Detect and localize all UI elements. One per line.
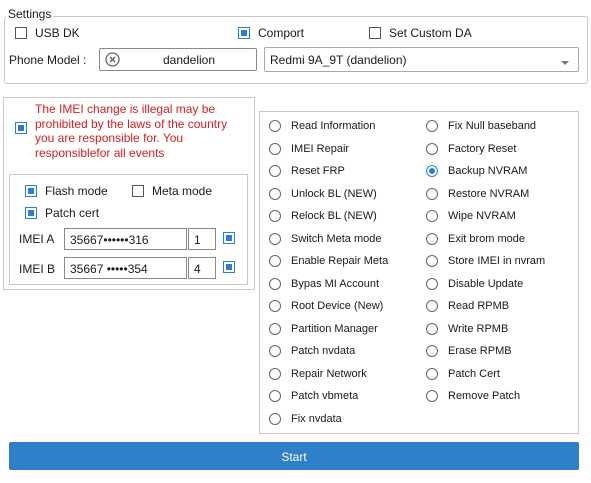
operation-option-radio[interactable]: [426, 255, 438, 267]
settings-title: Settings: [6, 7, 54, 21]
imei-a-value: 35667••••••316: [70, 233, 149, 247]
operation-option-radio[interactable]: [269, 322, 281, 335]
phone-model-select[interactable]: Redmi 9A_9T (dandelion): [264, 47, 579, 72]
operation-option-label[interactable]: Write RPMB: [448, 323, 508, 336]
operation-option-label[interactable]: Reset FRP: [291, 165, 345, 178]
imei-a-slot-input[interactable]: 1: [188, 228, 216, 250]
operation-option-radio[interactable]: [269, 120, 281, 132]
operation-option-label[interactable]: Repair Network: [291, 368, 367, 381]
operation-option-radio[interactable]: [426, 277, 438, 290]
comport-label[interactable]: Comport: [258, 26, 304, 40]
operation-option-label[interactable]: Patch vbmeta: [291, 390, 358, 403]
operation-option-label[interactable]: Wipe NVRAM: [448, 210, 516, 223]
operation-option-radio[interactable]: [426, 165, 438, 177]
operation-option-radio[interactable]: [269, 300, 281, 312]
operation-option-label[interactable]: Factory Reset: [448, 143, 516, 156]
operation-option-radio[interactable]: [269, 345, 281, 357]
operation-option-radio[interactable]: [426, 390, 438, 402]
phone-model-label: Phone Model :: [9, 53, 87, 67]
operation-option-label[interactable]: Erase RPMB: [448, 345, 512, 358]
operation-option-radio[interactable]: [269, 390, 281, 402]
operation-option-radio[interactable]: [426, 367, 438, 380]
operation-option-radio[interactable]: [426, 120, 438, 132]
operation-option-label[interactable]: Patch Cert: [448, 368, 500, 381]
operation-option-radio[interactable]: [426, 322, 438, 335]
patch-cert-label[interactable]: Patch cert: [45, 206, 99, 220]
imei-b-slot-input[interactable]: 4: [188, 257, 216, 279]
phone-model-select-value: Redmi 9A_9T (dandelion): [270, 53, 407, 67]
operation-option-label[interactable]: Bypas MI Account: [291, 278, 379, 291]
warning-line: The IMEI change is illegal may be: [35, 102, 216, 116]
operation-option-label[interactable]: Remove Patch: [448, 390, 520, 403]
start-button[interactable]: Start: [9, 442, 579, 470]
operation-option-label[interactable]: Fix Null baseband: [448, 120, 536, 133]
imei-a-slot-value: 1: [194, 233, 201, 247]
operation-option-label[interactable]: Relock BL (NEW): [291, 210, 377, 223]
usb-dk-checkbox[interactable]: [15, 27, 27, 39]
imei-b-input[interactable]: 35667 •••••354: [64, 257, 187, 279]
phone-model-search-input[interactable]: dandelion: [99, 48, 257, 71]
operation-option-radio[interactable]: [426, 300, 438, 312]
imei-a-checkbox[interactable]: [223, 232, 235, 244]
meta-mode-checkbox[interactable]: [132, 185, 144, 197]
patch-cert-checkbox[interactable]: [25, 207, 37, 219]
operation-option-label[interactable]: Partition Manager: [291, 323, 378, 336]
operation-option-radio[interactable]: [269, 412, 281, 425]
comport-checkbox[interactable]: [238, 27, 250, 39]
set-custom-da-label[interactable]: Set Custom DA: [389, 26, 472, 40]
chevron-down-icon[interactable]: [560, 56, 570, 65]
operation-option-label[interactable]: Enable Repair Meta: [291, 255, 388, 268]
imei-b-value: 35667 •••••354: [70, 262, 148, 276]
imei-b-slot-value: 4: [194, 262, 201, 276]
operation-option-label[interactable]: Exit brom mode: [448, 233, 525, 246]
start-button-label: Start: [281, 450, 307, 464]
meta-mode-label[interactable]: Meta mode: [152, 184, 212, 198]
set-custom-da-checkbox[interactable]: [369, 27, 381, 39]
operation-option-radio[interactable]: [426, 232, 438, 245]
operation-option-radio[interactable]: [269, 142, 281, 155]
operation-option-label[interactable]: IMEI Repair: [291, 143, 349, 156]
operation-option-radio[interactable]: [269, 165, 281, 177]
warning-line: responsiblefor all events: [35, 145, 165, 160]
operation-option-radio[interactable]: [426, 210, 438, 222]
operation-option-label[interactable]: Disable Update: [448, 278, 523, 291]
operation-option-radio[interactable]: [426, 187, 438, 200]
operation-option-radio[interactable]: [269, 187, 281, 200]
flash-mode-label[interactable]: Flash mode: [45, 184, 108, 198]
operation-option-radio[interactable]: [269, 367, 281, 380]
operation-option-label[interactable]: Store IMEI in nvram: [448, 255, 545, 268]
warning-line: you are responsible for. You: [35, 131, 184, 145]
warning-text: The IMEI change is illegal may be prohib…: [35, 102, 227, 160]
operation-option-label[interactable]: Switch Meta mode: [291, 233, 381, 246]
operation-option-label[interactable]: Fix nvdata: [291, 413, 342, 426]
flash-mode-checkbox[interactable]: [25, 185, 37, 197]
operation-option-radio[interactable]: [269, 277, 281, 290]
operation-option-label[interactable]: Restore NVRAM: [448, 188, 529, 201]
imei-a-label: IMEI A: [19, 232, 55, 246]
usb-dk-label[interactable]: USB DK: [35, 26, 80, 40]
operation-option-radio[interactable]: [269, 210, 281, 222]
imei-b-checkbox[interactable]: [223, 261, 235, 273]
operation-option-radio[interactable]: [269, 232, 281, 245]
operation-option-label[interactable]: Root Device (New): [291, 300, 383, 313]
operation-option-radio[interactable]: [269, 255, 281, 267]
operation-option-label[interactable]: Read Information: [291, 120, 375, 133]
operation-option-label[interactable]: Read RPMB: [448, 300, 509, 313]
operation-option-label[interactable]: Backup NVRAM: [448, 165, 527, 178]
operations-panel: [259, 111, 579, 434]
warning-line: prohibited by the laws of the country: [35, 116, 228, 131]
phone-model-search-value: dandelion: [162, 53, 216, 67]
operation-option-radio[interactable]: [426, 345, 438, 357]
operation-option-radio[interactable]: [426, 142, 438, 155]
imei-a-input[interactable]: 35667••••••316: [64, 228, 187, 250]
warning-accept-checkbox[interactable]: [15, 122, 27, 134]
operation-option-label[interactable]: Unlock BL (NEW): [291, 188, 377, 201]
imei-b-label: IMEI B: [19, 262, 56, 276]
operation-option-label[interactable]: Patch nvdata: [291, 345, 355, 358]
